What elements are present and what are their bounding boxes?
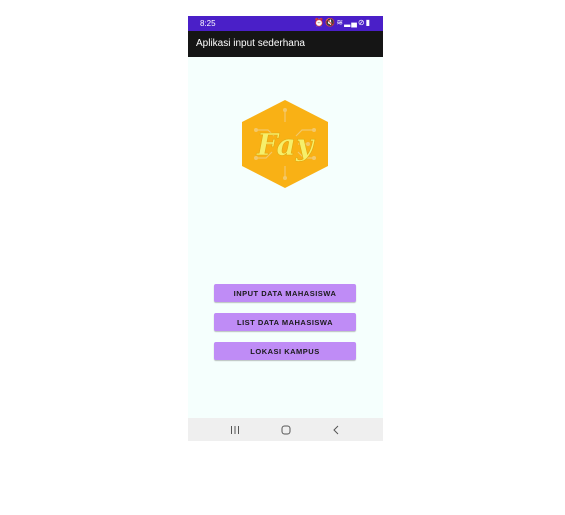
app-title: Aplikasi input sederhana	[196, 38, 305, 49]
app-logo: Fay	[242, 100, 328, 188]
do-not-disturb-icon: ⊘	[357, 18, 366, 27]
lokasi-kampus-button[interactable]: LOKASI KAMPUS	[214, 342, 356, 360]
recents-button[interactable]	[220, 418, 250, 441]
home-icon	[281, 425, 291, 434]
battery-icon: ▮	[365, 18, 371, 27]
status-time: 8:25	[200, 19, 216, 28]
home-button[interactable]	[271, 418, 301, 441]
input-data-mahasiswa-button[interactable]: INPUT DATA MAHASISWA	[214, 284, 356, 302]
wifi-icon: ≋	[336, 18, 345, 27]
mute-icon: 🔇	[325, 18, 337, 27]
logo-text: Fay	[256, 128, 316, 163]
alarm-icon: ⏰	[314, 18, 326, 27]
system-nav-bar	[188, 418, 383, 441]
back-button[interactable]	[321, 418, 351, 441]
status-bar: 8:25 ⏰🔇≋▂▄⊘▮	[188, 16, 383, 31]
app-bar: Aplikasi input sederhana	[188, 31, 383, 57]
recents-icon	[231, 425, 239, 434]
fay-logo-icon: Fay	[242, 100, 328, 188]
phone-screen: 8:25 ⏰🔇≋▂▄⊘▮ Aplikasi input sederhana Fa…	[188, 16, 383, 441]
list-data-mahasiswa-button[interactable]: LIST DATA MAHASISWA	[214, 313, 356, 331]
status-icons: ⏰🔇≋▂▄⊘▮	[314, 18, 371, 27]
back-icon	[333, 425, 339, 434]
signal-icon: ▂▄	[344, 18, 358, 27]
